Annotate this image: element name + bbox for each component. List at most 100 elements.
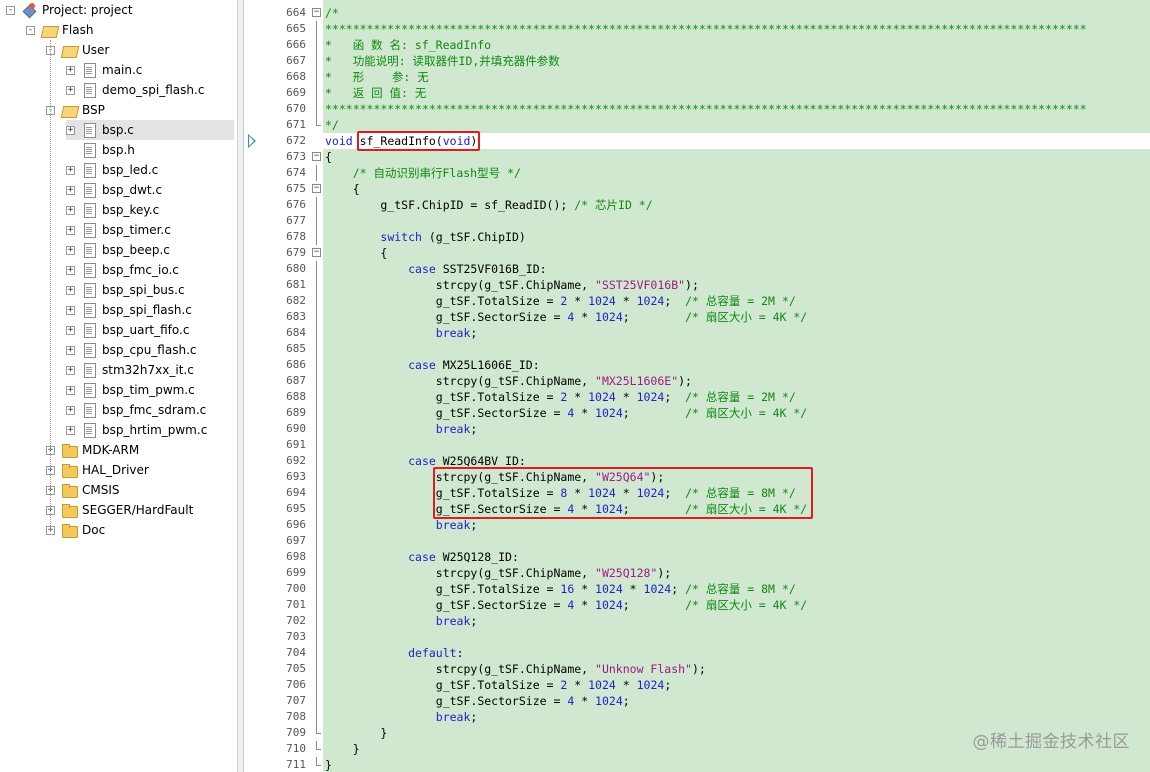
tree-file[interactable]: bsp.h <box>66 140 135 160</box>
tree-file[interactable]: + bsp_fmc_sdram.c <box>66 400 206 420</box>
expand-icon[interactable]: + <box>66 285 75 295</box>
code-editor[interactable]: 664 665 666 667 668 669 670 671 672 673 674 675 676 6… <box>244 0 1150 772</box>
code-line[interactable] <box>323 629 1150 645</box>
code-line[interactable]: strcpy(g_tSF.ChipName, "MX25L1606E"); <box>323 373 1150 389</box>
expand-icon[interactable]: + <box>66 125 75 135</box>
tree-file[interactable]: + bsp_led.c <box>66 160 158 180</box>
code-line[interactable]: { <box>323 245 1150 261</box>
tree-group[interactable]: - User <box>46 40 109 60</box>
code-area[interactable]: /* **************************************… <box>323 0 1150 772</box>
tree-file[interactable]: + bsp.c <box>66 120 234 140</box>
tree-file[interactable]: + bsp_fmc_io.c <box>66 260 179 280</box>
fold-collapse-icon[interactable]: − <box>312 8 321 17</box>
code-line[interactable]: { <box>323 181 1150 197</box>
tree-group[interactable]: + SEGGER/HardFault <box>46 500 193 520</box>
expand-icon[interactable]: + <box>66 85 75 95</box>
code-line[interactable]: { <box>323 149 1150 165</box>
code-line[interactable]: g_tSF.TotalSize = 8 * 1024 * 1024; /* 总容… <box>323 485 1150 501</box>
tree-file[interactable]: + bsp_key.c <box>66 200 159 220</box>
code-line[interactable]: strcpy(g_tSF.ChipName, "W25Q128"); <box>323 565 1150 581</box>
expand-icon[interactable]: + <box>66 365 75 375</box>
code-line[interactable]: strcpy(g_tSF.ChipName, "W25Q64"); <box>323 469 1150 485</box>
fold-margin[interactable]: − − − − <box>310 0 323 772</box>
tree-group[interactable]: + CMSIS <box>46 480 120 500</box>
code-line[interactable]: break; <box>323 325 1150 341</box>
code-line[interactable]: ****************************************… <box>323 21 1150 37</box>
code-line[interactable]: /* <box>323 5 1150 21</box>
code-line[interactable]: case W25Q64BV_ID: <box>323 453 1150 469</box>
expand-icon[interactable]: + <box>66 405 75 415</box>
tree-file[interactable]: + bsp_cpu_flash.c <box>66 340 197 360</box>
code-line[interactable]: g_tSF.TotalSize = 2 * 1024 * 1024; /* 总容… <box>323 389 1150 405</box>
code-line[interactable]: case MX25L1606E_ID: <box>323 357 1150 373</box>
tree-file[interactable]: + bsp_hrtim_pwm.c <box>66 420 207 440</box>
code-line[interactable] <box>323 437 1150 453</box>
collapse-icon[interactable]: - <box>6 5 15 15</box>
expand-icon[interactable]: + <box>66 325 75 335</box>
expand-icon[interactable]: + <box>66 185 75 195</box>
code-line[interactable]: g_tSF.SectorSize = 4 * 1024; /* 扇区大小 = 4… <box>323 405 1150 421</box>
expand-icon[interactable]: + <box>66 345 75 355</box>
tree-file[interactable]: + bsp_dwt.c <box>66 180 162 200</box>
expand-icon[interactable]: + <box>66 265 75 275</box>
code-line[interactable]: g_tSF.TotalSize = 16 * 1024 * 1024; /* 总… <box>323 581 1150 597</box>
code-line[interactable]: case SST25VF016B_ID: <box>323 261 1150 277</box>
code-line[interactable]: strcpy(g_tSF.ChipName, "Unknow Flash"); <box>323 661 1150 677</box>
code-line[interactable]: g_tSF.SectorSize = 4 * 1024; <box>323 693 1150 709</box>
tree-file[interactable]: + main.c <box>66 60 142 80</box>
tree-file[interactable]: + bsp_timer.c <box>66 220 171 240</box>
tree-group[interactable]: + HAL_Driver <box>46 460 149 480</box>
code-line[interactable]: g_tSF.SectorSize = 4 * 1024; /* 扇区大小 = 4… <box>323 309 1150 325</box>
code-line[interactable]: g_tSF.SectorSize = 4 * 1024; /* 扇区大小 = 4… <box>323 501 1150 517</box>
expand-icon[interactable]: + <box>66 65 75 75</box>
fold-collapse-icon[interactable]: − <box>312 152 321 161</box>
code-line[interactable] <box>323 213 1150 229</box>
tree-project-root[interactable]: - Project: project <box>6 0 133 20</box>
code-line[interactable]: break; <box>323 613 1150 629</box>
expand-icon[interactable]: + <box>66 205 75 215</box>
tree-group[interactable]: + Doc <box>46 520 105 540</box>
tree-file[interactable]: + bsp_uart_fifo.c <box>66 320 189 340</box>
code-line[interactable]: break; <box>323 517 1150 533</box>
code-line[interactable]: /* 自动识别串行Flash型号 */ <box>323 165 1150 181</box>
expand-icon[interactable]: + <box>66 305 75 315</box>
code-line[interactable]: break; <box>323 709 1150 725</box>
tree-file[interactable]: + bsp_spi_flash.c <box>66 300 192 320</box>
code-line[interactable]: * 函 数 名: sf_ReadInfo <box>323 37 1150 53</box>
fold-collapse-icon[interactable]: − <box>312 248 321 257</box>
tree-target[interactable]: - Flash <box>26 20 93 40</box>
code-line[interactable]: default: <box>323 645 1150 661</box>
breakpoint-gutter[interactable] <box>244 0 258 772</box>
tree-file[interactable]: + stm32h7xx_it.c <box>66 360 194 380</box>
code-line[interactable]: ****************************************… <box>323 101 1150 117</box>
code-line[interactable]: } <box>323 757 1150 772</box>
fold-collapse-icon[interactable]: − <box>312 184 321 193</box>
code-line[interactable]: * 返 回 值: 无 <box>323 85 1150 101</box>
code-line[interactable]: void sf_ReadInfo(void) <box>323 133 1150 149</box>
code-line[interactable] <box>323 341 1150 357</box>
code-line[interactable] <box>323 533 1150 549</box>
expand-icon[interactable]: + <box>66 425 75 435</box>
tree-group[interactable]: - BSP <box>46 100 105 120</box>
tree-file[interactable]: + bsp_spi_bus.c <box>66 280 185 300</box>
expand-icon[interactable]: + <box>66 225 75 235</box>
code-line[interactable]: g_tSF.TotalSize = 2 * 1024 * 1024; /* 总容… <box>323 293 1150 309</box>
code-line[interactable]: g_tSF.SectorSize = 4 * 1024; /* 扇区大小 = 4… <box>323 597 1150 613</box>
collapse-icon[interactable]: - <box>26 25 35 35</box>
tree-file[interactable]: + demo_spi_flash.c <box>66 80 204 100</box>
code-line[interactable]: g_tSF.ChipID = sf_ReadID(); /* 芯片ID */ <box>323 197 1150 213</box>
expand-icon[interactable]: + <box>66 165 75 175</box>
code-line[interactable]: g_tSF.TotalSize = 2 * 1024 * 1024; <box>323 677 1150 693</box>
expand-icon[interactable]: + <box>66 385 75 395</box>
code-line[interactable]: break; <box>323 421 1150 437</box>
code-line[interactable]: case W25Q128_ID: <box>323 549 1150 565</box>
tree-file[interactable]: + bsp_beep.c <box>66 240 170 260</box>
tree-file[interactable]: + bsp_tim_pwm.c <box>66 380 195 400</box>
tree-group[interactable]: + MDK-ARM <box>46 440 139 460</box>
code-line[interactable]: * 形 参: 无 <box>323 69 1150 85</box>
expand-icon[interactable]: + <box>66 245 75 255</box>
code-line[interactable]: strcpy(g_tSF.ChipName, "SST25VF016B"); <box>323 277 1150 293</box>
code-line[interactable]: * 功能说明: 读取器件ID,并填充器件参数 <box>323 53 1150 69</box>
code-line[interactable]: switch (g_tSF.ChipID) <box>323 229 1150 245</box>
code-line[interactable]: */ <box>323 117 1150 133</box>
